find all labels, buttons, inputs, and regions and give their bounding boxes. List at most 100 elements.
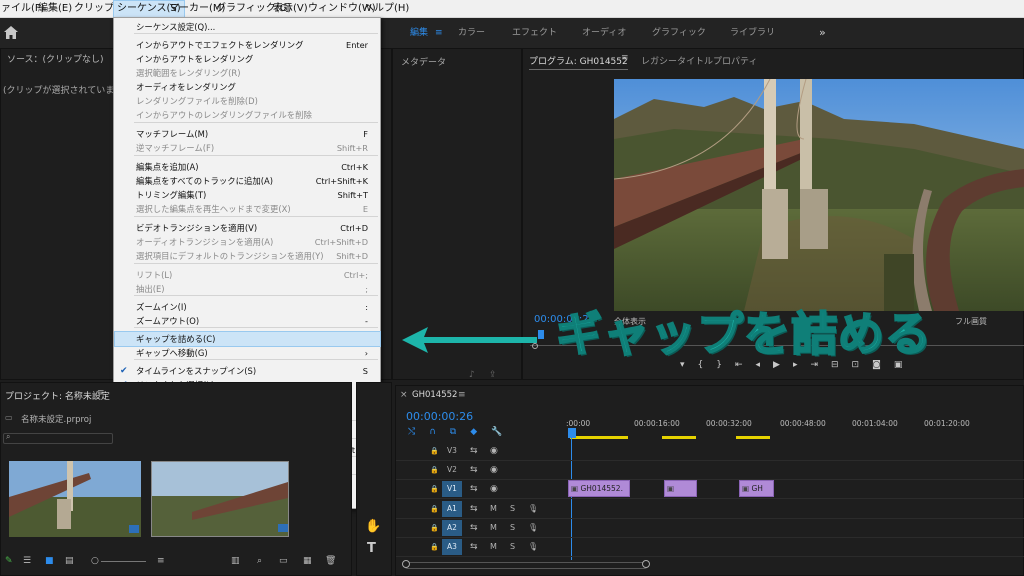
sequence-tab[interactable]: GH014552	[412, 390, 457, 400]
metadata-tab[interactable]: メタデータ	[401, 55, 446, 68]
video-clip[interactable]: ▣ GH014552.	[568, 480, 630, 497]
sequence-menu-item[interactable]: ギャップを詰める(C)	[114, 331, 381, 347]
type-tool-icon[interactable]: T	[367, 541, 376, 556]
sequence-menu-item[interactable]: トリミング編集(T) Shift+T	[115, 188, 380, 202]
close-icon[interactable]: ×	[400, 390, 408, 400]
track-target-toggle[interactable]: A2	[442, 520, 462, 536]
timeline-playhead[interactable]	[568, 428, 576, 438]
workspace-tab-libraries[interactable]: ライブラリ	[730, 18, 775, 48]
time-ruler[interactable]: :00:00 00:00:16:00 00:00:32:00 00:00:48:…	[566, 416, 1024, 440]
timeline-timecode[interactable]: 00:00:00:26	[406, 410, 473, 423]
video-clip[interactable]: ▣	[664, 480, 697, 497]
microphone-icon[interactable]: 🎙	[528, 503, 538, 515]
home-icon[interactable]	[4, 26, 18, 39]
solo-button[interactable]: S	[510, 503, 515, 515]
ruler-label: 00:00:48:00	[780, 419, 826, 428]
menu-item-shortcut: E	[362, 204, 368, 214]
lock-icon[interactable]: 🔒	[430, 541, 439, 553]
panel-menu-icon[interactable]: ≡	[621, 53, 629, 63]
settings-icon[interactable]: ♪	[469, 369, 475, 381]
bin-icon[interactable]: ▥	[231, 556, 240, 566]
program-playhead[interactable]	[538, 330, 544, 339]
freeform-view-icon[interactable]: ▤	[65, 556, 74, 566]
sync-lock-icon[interactable]: ⇆	[470, 483, 478, 495]
sequence-menu-item[interactable]: ズームアウト(O) -	[115, 314, 380, 328]
workspace-tab-color[interactable]: カラー	[458, 18, 485, 48]
track-name: V2	[447, 465, 457, 474]
workspace-tab-edit[interactable]: 編集	[410, 18, 428, 48]
export-icon[interactable]: ⇪	[489, 369, 497, 381]
track-target-toggle[interactable]: A3	[442, 539, 462, 555]
icon-view-icon[interactable]: ■	[45, 556, 54, 566]
sync-lock-icon[interactable]: ⇆	[470, 541, 478, 553]
sync-lock-icon[interactable]: ⇆	[470, 464, 478, 476]
sequence-menu-item[interactable]: マッチフレーム(M) F	[115, 127, 380, 141]
sequence-menu-item[interactable]: ✔ タイムラインをスナップイン(S) S	[115, 364, 380, 378]
menu-help[interactable]: ヘルプ(H)	[361, 0, 412, 18]
sort-icon[interactable]: ≡	[157, 556, 165, 566]
sync-lock-icon[interactable]: ⇆	[470, 503, 478, 515]
track-target-toggle[interactable]: A1	[442, 501, 462, 517]
track-target-toggle[interactable]: V1	[442, 481, 462, 497]
sync-lock-icon[interactable]: ⇆	[470, 445, 478, 457]
mute-button[interactable]: M	[490, 541, 497, 553]
search-icon[interactable]: ⌕	[257, 556, 262, 566]
lock-icon[interactable]: 🔒	[430, 464, 439, 476]
zoom-slider-handle[interactable]: ○	[91, 556, 99, 566]
list-view-icon[interactable]: ☰	[23, 556, 31, 566]
zoom-slider[interactable]	[101, 561, 146, 562]
menu-edit[interactable]: 編集(E)	[35, 0, 75, 18]
sequence-menu-item[interactable]: インからアウトでエフェクトをレンダリング Enter	[115, 38, 380, 52]
scroll-handle-left[interactable]	[402, 560, 410, 568]
sync-lock-icon[interactable]: ⇆	[470, 522, 478, 534]
project-item-thumbnail[interactable]	[9, 461, 141, 537]
mute-button[interactable]: M	[490, 503, 497, 515]
scroll-handle-right[interactable]	[642, 560, 650, 568]
microphone-icon[interactable]: 🎙	[528, 522, 538, 534]
workspace-tab-audio[interactable]: オーディオ	[582, 18, 626, 48]
lock-icon[interactable]: 🔒	[430, 503, 439, 515]
sequence-menu-item[interactable]: ビデオトランジションを適用(V) Ctrl+D	[115, 221, 380, 235]
ruler-label: 00:01:04:00	[852, 419, 898, 428]
lock-icon[interactable]: 🔒	[430, 483, 439, 495]
workspace-tab-effects[interactable]: エフェクト	[512, 18, 557, 48]
mute-button[interactable]: M	[490, 522, 497, 534]
microphone-icon[interactable]: 🎙	[528, 541, 538, 553]
trash-icon[interactable]: 🗑	[325, 556, 336, 566]
timeline-scrollbar[interactable]	[404, 562, 648, 569]
eye-icon[interactable]: ◉	[490, 483, 498, 495]
sequence-menu-item[interactable]: オーディオをレンダリング	[115, 80, 380, 94]
sequence-menu-item: 選択範囲をレンダリング(R)	[115, 66, 380, 80]
sequence-menu-item[interactable]: 編集点をすべてのトラックに追加(A) Ctrl+Shift+K	[115, 174, 380, 188]
sequence-menu-item[interactable]: シーケンス設定(Q)...	[115, 20, 380, 34]
project-panel-title[interactable]: プロジェクト: 名称未設定	[5, 389, 110, 402]
hand-tool-icon[interactable]: ✋	[365, 519, 381, 534]
lock-icon[interactable]: 🔒	[430, 445, 439, 457]
quality-select[interactable]: フル画質	[955, 316, 987, 327]
video-clip[interactable]: ▣ GH	[739, 480, 774, 497]
legacy-title-tab[interactable]: レガシータイトルプロパティ	[641, 54, 757, 67]
sequence-menu-item[interactable]: 編集点を追加(A) Ctrl+K	[115, 160, 380, 174]
chevron-right-icon[interactable]: »	[819, 18, 826, 48]
panel-menu-icon[interactable]: ≡	[458, 390, 466, 400]
timeline-tools[interactable]: ⤭∩⧉◆🔧	[408, 427, 528, 437]
solo-button[interactable]: S	[510, 522, 515, 534]
pencil-icon[interactable]: ✎	[5, 556, 13, 566]
eye-icon[interactable]: ◉	[490, 464, 498, 476]
project-item-thumbnail[interactable]	[151, 461, 289, 537]
sequence-menu-item[interactable]: ギャップへ移動(G) ›	[115, 346, 380, 360]
track-divider	[396, 479, 1024, 480]
new-bin-icon[interactable]: ▭	[279, 556, 288, 566]
solo-button[interactable]: S	[510, 541, 515, 553]
workspace-menu-icon[interactable]: ≡	[435, 18, 443, 48]
menu-item-shortcut: :	[365, 302, 368, 312]
sequence-menu-item[interactable]: ズームイン(I):	[115, 300, 380, 314]
project-search-input[interactable]: ⌕	[3, 432, 113, 444]
panel-menu-icon[interactable]: ≡	[97, 388, 105, 398]
lock-icon[interactable]: 🔒	[430, 522, 439, 534]
sequence-menu-item[interactable]: インからアウトをレンダリング	[115, 52, 380, 66]
workspace-tab-graphics[interactable]: グラフィック	[652, 18, 706, 48]
eye-icon[interactable]: ◉	[490, 445, 498, 457]
new-item-icon[interactable]: ▦	[303, 556, 312, 566]
program-panel-title[interactable]: プログラム: GH014552	[529, 54, 628, 70]
